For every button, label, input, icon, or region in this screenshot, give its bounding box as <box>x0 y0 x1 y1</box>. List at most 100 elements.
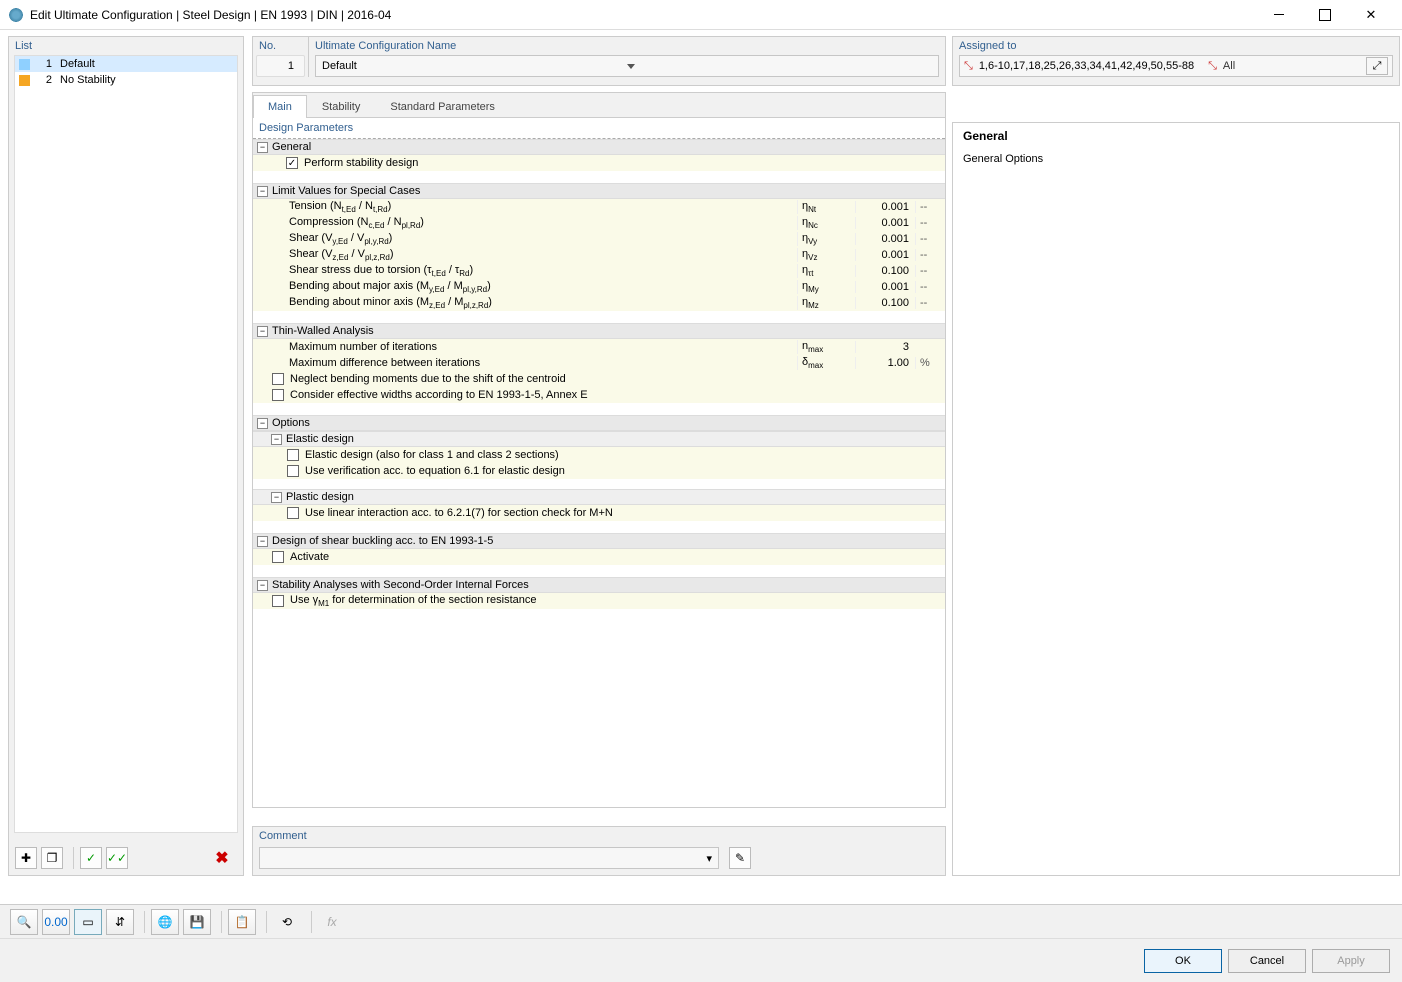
collapse-icon[interactable]: − <box>257 326 268 337</box>
comment-edit-button[interactable]: ✎ <box>729 847 751 869</box>
list-label: List <box>9 37 243 55</box>
checkbox[interactable] <box>287 507 299 519</box>
section-second-order-label: Stability Analyses with Second-Order Int… <box>272 579 529 591</box>
collapse-icon[interactable]: − <box>271 434 282 445</box>
config-name-value: Default <box>322 60 627 72</box>
section-limit-values-label: Limit Values for Special Cases <box>272 185 420 197</box>
section-elastic-design[interactable]: − Elastic design <box>253 431 945 447</box>
comment-panel: Comment ▾ ✎ <box>252 826 946 876</box>
option-check-row[interactable]: Use linear interaction acc. to 6.2.1(7) … <box>253 505 945 521</box>
section-options[interactable]: − Options <box>253 415 945 431</box>
members-icon: ⤡ <box>1208 60 1217 73</box>
info-body: General Options <box>953 149 1399 169</box>
color-swatch <box>19 59 30 70</box>
activate-shear-buckling-checkbox[interactable] <box>272 551 284 563</box>
titlebar: Edit Ultimate Configuration | Steel Desi… <box>0 0 1402 30</box>
collapse-icon[interactable]: − <box>257 580 268 591</box>
copy-button[interactable]: ❐ <box>41 847 63 869</box>
use-gamma-m1-checkbox[interactable] <box>272 595 284 607</box>
config-list[interactable]: 1Default2No Stability <box>14 55 238 833</box>
option-check-row[interactable]: Use verification acc. to equation 6.1 fo… <box>253 463 945 479</box>
no-value: 1 <box>256 55 305 77</box>
thin-row[interactable]: Maximum number of iterationsnmax3 <box>253 339 945 355</box>
limit-row[interactable]: Bending about minor axis (Mz,Ed / Mpl,z,… <box>253 295 945 311</box>
section-shear-buckling[interactable]: − Design of shear buckling acc. to EN 19… <box>253 533 945 549</box>
units-toolbar-button[interactable]: 0.00 <box>42 909 70 935</box>
collapse-icon[interactable]: − <box>271 492 282 503</box>
cancel-button[interactable]: Cancel <box>1228 949 1306 973</box>
tab-standard-parameters[interactable]: Standard Parameters <box>375 95 510 118</box>
section-thin-walled[interactable]: − Thin-Walled Analysis <box>253 323 945 339</box>
limit-row[interactable]: Bending about major axis (My,Ed / Mpl,y,… <box>253 279 945 295</box>
color-swatch <box>19 75 30 86</box>
tree-toolbar-button[interactable]: ⇵ <box>106 909 134 935</box>
perform-stability-label: Perform stability design <box>302 157 797 169</box>
ok-button[interactable]: OK <box>1144 949 1222 973</box>
thin-check-row[interactable]: Neglect bending moments due to the shift… <box>253 371 945 387</box>
section-plastic-design[interactable]: − Plastic design <box>253 489 945 505</box>
chevron-down-icon <box>627 60 932 72</box>
collapse-icon[interactable]: − <box>257 142 268 153</box>
new-button[interactable]: ✚ <box>15 847 37 869</box>
perform-stability-checkbox[interactable] <box>286 157 298 169</box>
option-check-row[interactable]: Elastic design (also for class 1 and cla… <box>253 447 945 463</box>
collapse-icon[interactable]: − <box>257 186 268 197</box>
check-all-button[interactable]: ✓✓ <box>106 847 128 869</box>
collapse-icon[interactable]: − <box>257 536 268 547</box>
thin-row[interactable]: Maximum difference between iterationsδma… <box>253 355 945 371</box>
assigned-to-panel: Assigned to ⤡ 1,6-10,17,18,25,26,33,34,4… <box>952 36 1400 86</box>
thin-check-row[interactable]: Consider effective widths according to E… <box>253 387 945 403</box>
list-item[interactable]: 2No Stability <box>15 72 237 88</box>
delete-button[interactable]: ✖ <box>211 847 233 869</box>
section-limit-values[interactable]: − Limit Values for Special Cases <box>253 183 945 199</box>
assigned-all-label: All <box>1223 60 1235 72</box>
undo-toolbar-button[interactable]: ⟲ <box>273 909 301 935</box>
tab-main[interactable]: Main <box>253 95 307 118</box>
checkbox[interactable] <box>287 449 299 461</box>
assigned-to-value: 1,6-10,17,18,25,26,33,34,41,42,49,50,55-… <box>979 60 1194 72</box>
tab-bar: MainStabilityStandard Parameters <box>252 92 946 118</box>
section-second-order[interactable]: − Stability Analyses with Second-Order I… <box>253 577 945 593</box>
assigned-to-label: Assigned to <box>953 37 1399 55</box>
section-general-label: General <box>272 141 311 153</box>
limit-row[interactable]: Compression (Nc,Ed / Npl,Rd)ηNc0.001-- <box>253 215 945 231</box>
collapse-icon[interactable]: − <box>257 418 268 429</box>
close-button[interactable] <box>1348 0 1394 30</box>
comment-combo[interactable]: ▾ <box>259 847 719 869</box>
pick-members-button[interactable]: ⤢ <box>1366 57 1388 75</box>
checkbox[interactable] <box>287 465 299 477</box>
tab-stability[interactable]: Stability <box>307 95 376 118</box>
limit-row[interactable]: Shear (Vz,Ed / Vpl,z,Rd)ηVz0.001-- <box>253 247 945 263</box>
limit-row[interactable]: Tension (Nt,Ed / Nt,Rd)ηNt0.001-- <box>253 199 945 215</box>
search-toolbar-button[interactable]: 🔍 <box>10 909 38 935</box>
list-item[interactable]: 1Default <box>15 56 237 72</box>
bottom-toolbar: 🔍 0.00 ▭ ⇵ 🌐 💾 📋 ⟲ fx <box>0 904 1402 938</box>
design-parameters-title: Design Parameters <box>253 118 945 139</box>
section-thin-walled-label: Thin-Walled Analysis <box>272 325 374 337</box>
check-one-button[interactable]: ✓ <box>80 847 102 869</box>
config-name-combo[interactable]: Default <box>315 55 939 77</box>
info-heading: General <box>953 123 1399 149</box>
function-toolbar-button[interactable]: fx <box>318 909 346 935</box>
maximize-button[interactable] <box>1302 0 1348 30</box>
checkbox[interactable] <box>272 389 284 401</box>
section-elastic-label: Elastic design <box>286 433 354 445</box>
config-name-label: Ultimate Configuration Name <box>309 37 945 55</box>
save-toolbar-button[interactable]: 💾 <box>183 909 211 935</box>
use-gamma-m1-label: Use γM1 for determination of the section… <box>288 594 797 608</box>
minimize-button[interactable] <box>1256 0 1302 30</box>
globe-toolbar-button[interactable]: 🌐 <box>151 909 179 935</box>
clipboard-toolbar-button[interactable]: 📋 <box>228 909 256 935</box>
window-title: Edit Ultimate Configuration | Steel Desi… <box>30 8 1256 22</box>
no-label: No. <box>253 37 308 55</box>
comment-label: Comment <box>253 827 945 845</box>
apply-button[interactable]: Apply <box>1312 949 1390 973</box>
section-general[interactable]: − General <box>253 139 945 155</box>
members-icon: ⤡ <box>964 60 973 73</box>
app-icon <box>8 7 24 23</box>
limit-row[interactable]: Shear stress due to torsion (τt,Ed / τRd… <box>253 263 945 279</box>
view-toolbar-button[interactable]: ▭ <box>74 909 102 935</box>
limit-row[interactable]: Shear (Vy,Ed / Vpl,y,Rd)ηVy0.001-- <box>253 231 945 247</box>
checkbox[interactable] <box>272 373 284 385</box>
assigned-to-field[interactable]: ⤡ 1,6-10,17,18,25,26,33,34,41,42,49,50,5… <box>959 55 1393 77</box>
